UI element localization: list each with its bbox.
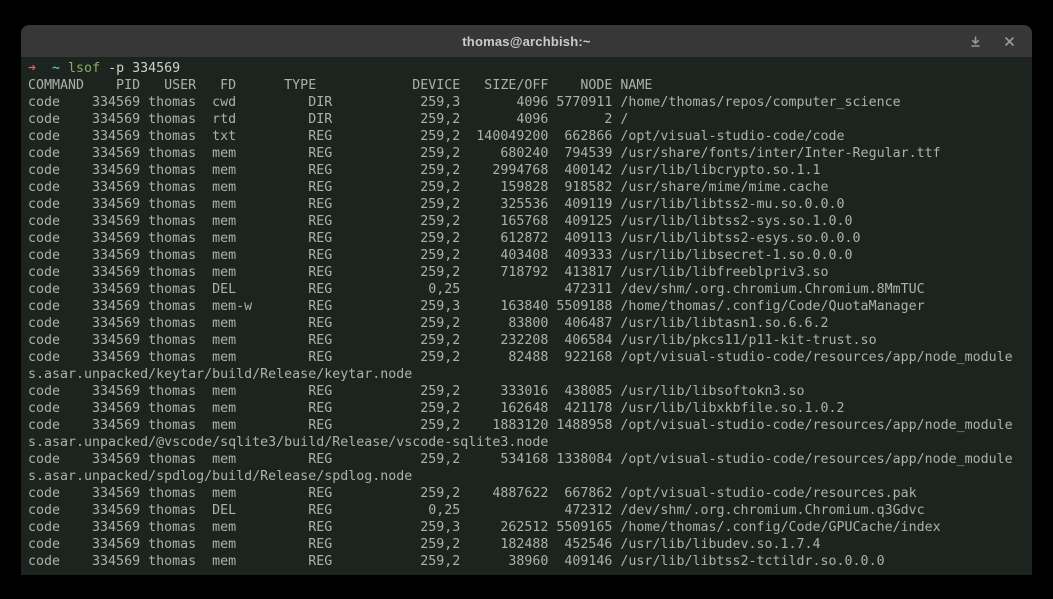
terminal-line: code 334569 thomas cwd DIR 259,3 4096 57…	[28, 94, 1032, 111]
terminal-line: code 334569 thomas mem REG 259,2 333016 …	[28, 383, 1032, 400]
titlebar[interactable]: thomas@archbish:~	[21, 25, 1032, 57]
desktop: { "window": { "title": "thomas@archbish:…	[0, 0, 1053, 599]
terminal-line: code 334569 thomas mem REG 259,2 2994768…	[28, 162, 1032, 179]
terminal-line: code 334569 thomas mem REG 259,2 534168 …	[28, 451, 1032, 468]
terminal-line: code 334569 thomas mem REG 259,2 325536 …	[28, 196, 1032, 213]
terminal-line: COMMAND PID USER FD TYPE DEVICE SIZE/OFF…	[28, 77, 1032, 94]
terminal-line: code 334569 thomas mem REG 259,2 680240 …	[28, 145, 1032, 162]
terminal-line: code 334569 thomas mem REG 259,2 403408 …	[28, 247, 1032, 264]
window-title: thomas@archbish:~	[462, 34, 590, 49]
download-button[interactable]	[966, 32, 984, 50]
terminal-line: code 334569 thomas mem REG 259,2 4887622…	[28, 485, 1032, 502]
terminal-line: code 334569 thomas mem REG 259,2 82488 9…	[28, 349, 1032, 366]
terminal-line: code 334569 thomas mem REG 259,2 162648 …	[28, 400, 1032, 417]
terminal-line: code 334569 thomas mem REG 259,2 159828 …	[28, 179, 1032, 196]
prompt-command: lsof	[68, 61, 100, 76]
terminal-line: code 334569 thomas mem REG 259,2 38960 4…	[28, 553, 1032, 570]
terminal-line: s.asar.unpacked/@vscode/sqlite3/build/Re…	[28, 434, 1032, 451]
close-icon	[1004, 36, 1015, 47]
terminal-line: code 334569 thomas DEL REG 0,25 472312 /…	[28, 502, 1032, 519]
prompt-args: -p 334569	[100, 61, 180, 76]
terminal-line: code 334569 thomas mem REG 259,2 1883120…	[28, 417, 1032, 434]
terminal-output: COMMAND PID USER FD TYPE DEVICE SIZE/OFF…	[28, 77, 1032, 570]
terminal-line: code 334569 thomas txt REG 259,2 1400492…	[28, 128, 1032, 145]
prompt-cwd: ~	[52, 61, 68, 76]
terminal-line: code 334569 thomas mem REG 259,2 182488 …	[28, 536, 1032, 553]
terminal-line: s.asar.unpacked/spdlog/build/Release/spd…	[28, 468, 1032, 485]
terminal-line: code 334569 thomas rtd DIR 259,2 4096 2 …	[28, 111, 1032, 128]
terminal-line: code 334569 thomas mem-w REG 259,3 16384…	[28, 298, 1032, 315]
terminal-line: code 334569 thomas DEL REG 0,25 472311 /…	[28, 281, 1032, 298]
download-icon	[969, 35, 982, 48]
close-button[interactable]	[1000, 32, 1018, 50]
terminal-content[interactable]: ➜ ~ lsof -p 334569 COMMAND PID USER FD T…	[21, 57, 1032, 570]
terminal-line: code 334569 thomas mem REG 259,2 165768 …	[28, 213, 1032, 230]
terminal-line: code 334569 thomas mem REG 259,2 612872 …	[28, 230, 1032, 247]
terminal-window: thomas@archbish:~ ➜ ~ lsof -p 334569 COM…	[21, 25, 1032, 575]
terminal-line: code 334569 thomas mem REG 259,2 232208 …	[28, 332, 1032, 349]
terminal-line: code 334569 thomas mem REG 259,3 262512 …	[28, 519, 1032, 536]
terminal-line: code 334569 thomas mem REG 259,2 718792 …	[28, 264, 1032, 281]
prompt-line: ➜ ~ lsof -p 334569	[28, 60, 1032, 77]
prompt-arrow: ➜	[28, 61, 52, 76]
terminal-line: code 334569 thomas mem REG 259,2 83800 4…	[28, 315, 1032, 332]
terminal-line: s.asar.unpacked/keytar/build/Release/key…	[28, 366, 1032, 383]
